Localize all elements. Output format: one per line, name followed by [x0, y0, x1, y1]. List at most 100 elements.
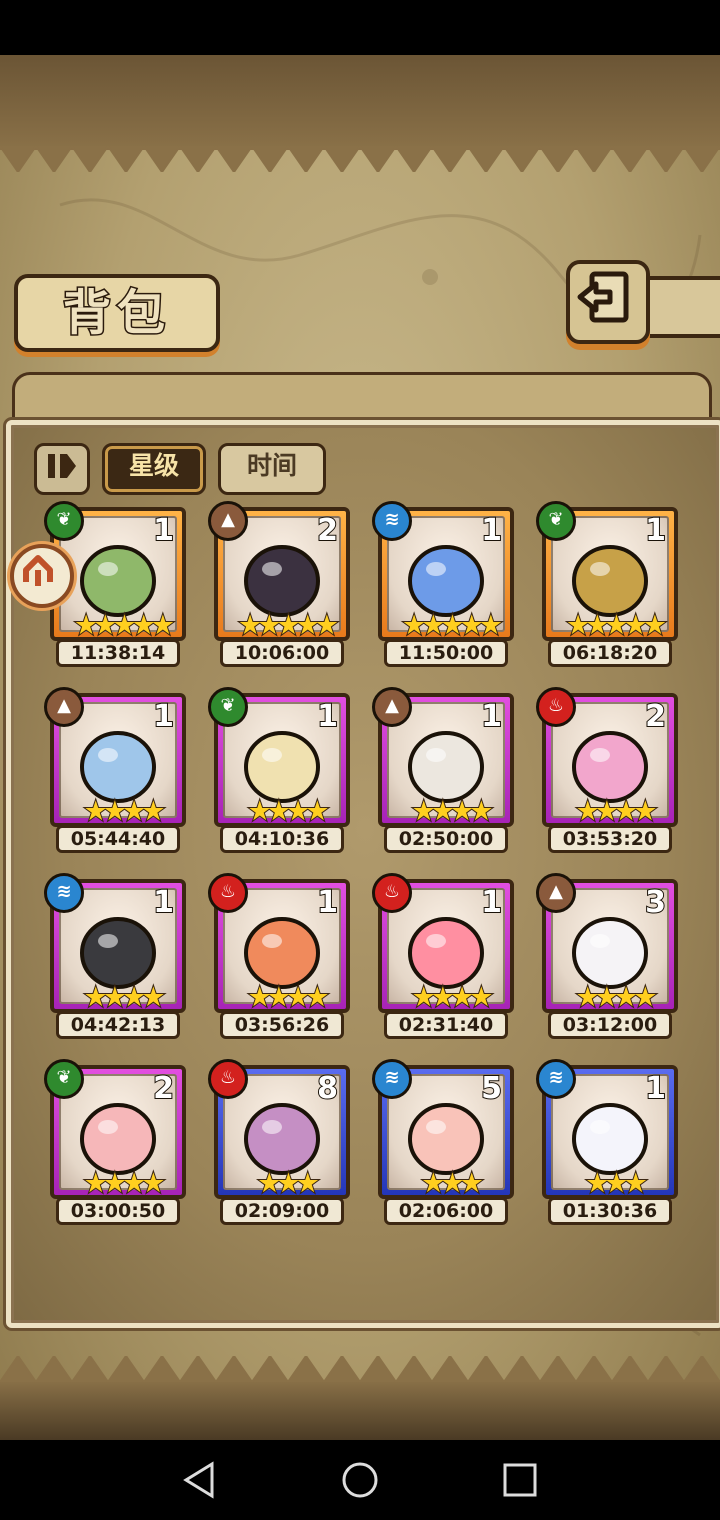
water-element-icon: ≋: [44, 873, 84, 913]
item-count: 1: [644, 512, 667, 549]
inventory-item-sailor-egg[interactable]: 1 ★★★ ≋ 01:30:36: [536, 1059, 678, 1229]
crown-egg-icon: [408, 917, 484, 989]
item-timer: 02:06:00: [384, 1197, 508, 1225]
nature-element-icon: ❦: [44, 501, 84, 541]
item-timer: 02:50:00: [384, 825, 508, 853]
inventory-item-rune-egg[interactable]: 2 ★★★★ ♨ 03:53:20: [536, 687, 678, 857]
item-count: 1: [480, 698, 503, 735]
melon-icon: [80, 545, 156, 617]
nature-element-icon: ❦: [44, 1059, 84, 1099]
item-stars: ★★★★: [411, 982, 495, 1014]
title-plate: 背包: [14, 274, 220, 352]
item-stars: ★★★★: [575, 796, 659, 828]
item-timer: 03:53:20: [548, 825, 672, 853]
fire-element-icon: ♨: [372, 873, 412, 913]
item-count: 2: [152, 1070, 175, 1107]
sort-icon: [48, 454, 76, 478]
page-title: 背包: [61, 284, 171, 343]
sort-toggle-button[interactable]: [34, 443, 90, 495]
item-count: 1: [316, 884, 339, 921]
item-stars: ★★★★: [411, 796, 495, 828]
item-timer: 01:30:36: [548, 1197, 672, 1225]
inventory-item-magic-lamp[interactable]: 1 ★★★★★ ❦ 06:18:20: [536, 501, 678, 671]
item-stars: ★★★★: [83, 1168, 167, 1200]
kimono-egg-icon: [244, 917, 320, 989]
item-count: 1: [480, 884, 503, 921]
nature-element-icon: ❦: [536, 501, 576, 541]
item-timer: 03:00:50: [56, 1197, 180, 1225]
item-stars: ★★★: [420, 1168, 485, 1200]
nav-home-icon[interactable]: [338, 1458, 382, 1502]
nav-recents-icon[interactable]: [498, 1458, 542, 1502]
inventory-item-spike-ball[interactable]: 1 ★★★★ ≋ 04:42:13: [44, 873, 186, 1043]
spike-ball-icon: [80, 917, 156, 989]
inventory-item-pig-egg[interactable]: 2 ★★★★ ❦ 03:00:50: [44, 1059, 186, 1229]
rune-egg-icon: [572, 731, 648, 803]
nature-element-icon: ❦: [208, 687, 248, 727]
sort-by-time-tab[interactable]: 时间: [218, 443, 326, 495]
item-timer: 11:38:14: [56, 639, 180, 667]
inventory-item-kimono-egg[interactable]: 1 ★★★★ ♨ 03:56:26: [208, 873, 350, 1043]
inventory-item-cracked-egg[interactable]: 3 ★★★★ ▲ 03:12:00: [536, 873, 678, 1043]
item-stars: ★★★★: [247, 796, 331, 828]
item-timer: 11:50:00: [384, 639, 508, 667]
item-count: 1: [152, 698, 175, 735]
back-button[interactable]: [566, 260, 650, 344]
item-stars: ★★★★: [83, 982, 167, 1014]
item-stars: ★★★★: [83, 796, 167, 828]
back-button-tail: [640, 276, 720, 338]
item-timer: 10:06:00: [220, 639, 344, 667]
system-nav-bar: [0, 1440, 720, 1520]
mushroom-egg-icon: [244, 1103, 320, 1175]
item-count: 8: [316, 1070, 339, 1107]
item-count: 2: [644, 698, 667, 735]
item-count: 1: [152, 512, 175, 549]
feather-hat-icon: [244, 731, 320, 803]
magic-lamp-icon: [572, 545, 648, 617]
water-element-icon: ≋: [372, 501, 412, 541]
cracked-egg-icon: [572, 917, 648, 989]
item-stars: ★★★: [256, 1168, 321, 1200]
peach-icon: [408, 1103, 484, 1175]
item-timer: 02:31:40: [384, 1011, 508, 1039]
side-arrow-button[interactable]: [10, 544, 74, 608]
inventory-item-peach[interactable]: 5 ★★★ ≋ 02:06:00: [372, 1059, 514, 1229]
top-zigzag: [0, 146, 720, 172]
inventory-item-crown-egg[interactable]: 1 ★★★★ ♨ 02:31:40: [372, 873, 514, 1043]
item-count: 3: [644, 884, 667, 921]
water-element-icon: ≋: [372, 1059, 412, 1099]
sailor-egg-icon: [572, 1103, 648, 1175]
item-timer: 06:18:20: [548, 639, 672, 667]
inventory-item-wing-egg[interactable]: 1 ★★★★ ▲ 02:50:00: [372, 687, 514, 857]
coffin-icon: [244, 545, 320, 617]
item-timer: 04:42:13: [56, 1011, 180, 1039]
wing-egg-icon: [408, 731, 484, 803]
crystal-egg-icon: [80, 731, 156, 803]
blue-shell-icon: [408, 545, 484, 617]
sort-by-star-tab[interactable]: 星级: [102, 443, 206, 495]
item-stars: ★★★: [584, 1168, 649, 1200]
status-bar: [0, 0, 720, 55]
inventory-item-mushroom-egg[interactable]: 8 ★★★ ♨ 02:09:00: [208, 1059, 350, 1229]
game-screen: 背包 星级 时间 1 ★★★★★ ❦ 11:38:14 2 ★★★★★ ▲ 10:06:00 1…: [0, 0, 720, 1520]
item-count: 1: [316, 698, 339, 735]
up-arrow-icon: [23, 555, 53, 586]
item-stars: ★★★★★: [401, 610, 504, 642]
item-stars: ★★★★: [247, 982, 331, 1014]
item-timer: 04:10:36: [220, 825, 344, 853]
pig-egg-icon: [80, 1103, 156, 1175]
earth-element-icon: ▲: [208, 501, 248, 541]
item-count: 1: [480, 512, 503, 549]
nav-back-icon[interactable]: [178, 1458, 222, 1502]
earth-element-icon: ▲: [372, 687, 412, 727]
bottom-band: [0, 1380, 720, 1440]
return-arrow-icon: [577, 271, 629, 323]
item-count: 1: [644, 1070, 667, 1107]
item-count: 1: [152, 884, 175, 921]
item-timer: 03:56:26: [220, 1011, 344, 1039]
earth-element-icon: ▲: [536, 873, 576, 913]
inventory-item-crystal-egg[interactable]: 1 ★★★★ ▲ 05:44:40: [44, 687, 186, 857]
inventory-item-coffin[interactable]: 2 ★★★★★ ▲ 10:06:00: [208, 501, 350, 671]
inventory-item-blue-shell[interactable]: 1 ★★★★★ ≋ 11:50:00: [372, 501, 514, 671]
inventory-item-feather-hat[interactable]: 1 ★★★★ ❦ 04:10:36: [208, 687, 350, 857]
